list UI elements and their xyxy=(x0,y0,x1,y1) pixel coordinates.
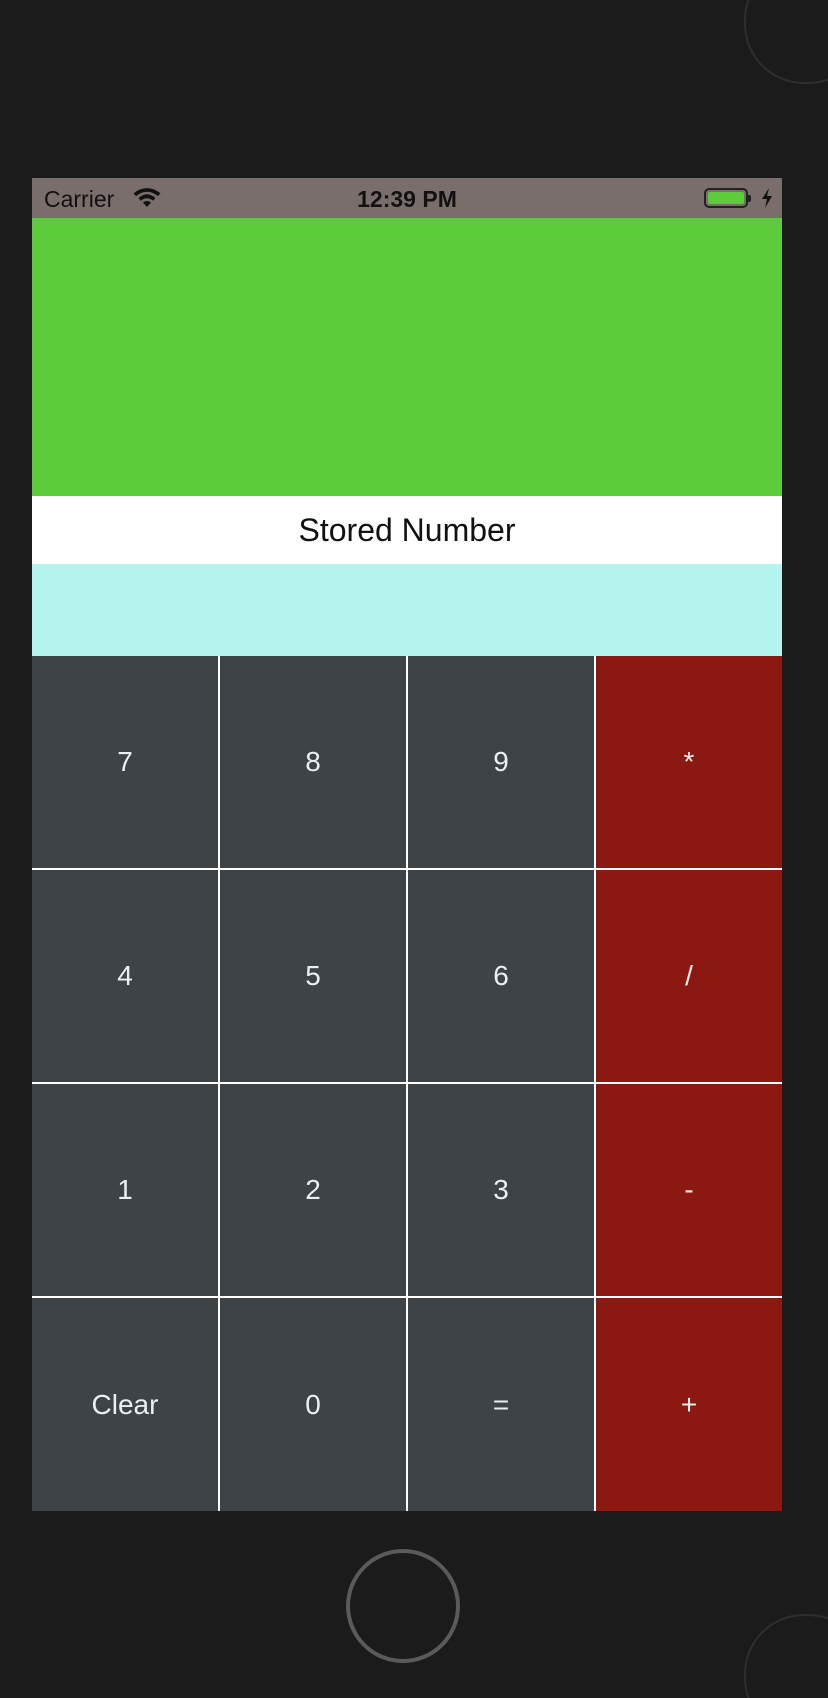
status-bar: Carrier 12:39 PM xyxy=(32,178,782,218)
multiply-button[interactable]: * xyxy=(596,656,782,868)
stored-number-value xyxy=(32,564,782,656)
digit-0-button[interactable]: 0 xyxy=(220,1298,406,1511)
app-screen: Carrier 12:39 PM Stored Number 7 8 9 * 4 5 6/ 1… xyxy=(32,178,782,1511)
subtract-button[interactable]: - xyxy=(596,1084,782,1296)
device-bezel-corner xyxy=(744,1614,828,1698)
keypad: 7 8 9 * 4 5 6/ 1 2 3- Clear 0 = + xyxy=(32,656,782,1511)
digit-5-button[interactable]: 5 xyxy=(220,870,406,1082)
digit-1-button[interactable]: 1 xyxy=(32,1084,218,1296)
device-bezel-corner xyxy=(744,0,828,84)
charging-bolt-icon xyxy=(762,188,772,208)
digit-8-button[interactable]: 8 xyxy=(220,656,406,868)
device-frame: Carrier 12:39 PM Stored Number 7 8 9 * 4 5 6/ 1… xyxy=(0,0,828,1698)
add-button[interactable]: + xyxy=(596,1298,782,1511)
equals-button[interactable]: = xyxy=(408,1298,594,1511)
battery-icon xyxy=(704,188,751,208)
status-time: 12:39 PM xyxy=(357,186,457,212)
digit-2-button[interactable]: 2 xyxy=(220,1084,406,1296)
digit-3-button[interactable]: 3 xyxy=(408,1084,594,1296)
result-display xyxy=(32,218,782,496)
digit-4-button[interactable]: 4 xyxy=(32,870,218,1082)
digit-7-button[interactable]: 7 xyxy=(32,656,218,868)
digit-9-button[interactable]: 9 xyxy=(408,656,594,868)
home-button[interactable] xyxy=(346,1549,460,1663)
stored-number-label: Stored Number xyxy=(32,496,782,564)
digit-6-button[interactable]: 6 xyxy=(408,870,594,1082)
divide-button[interactable]: / xyxy=(596,870,782,1082)
clear-button[interactable]: Clear xyxy=(32,1298,218,1511)
